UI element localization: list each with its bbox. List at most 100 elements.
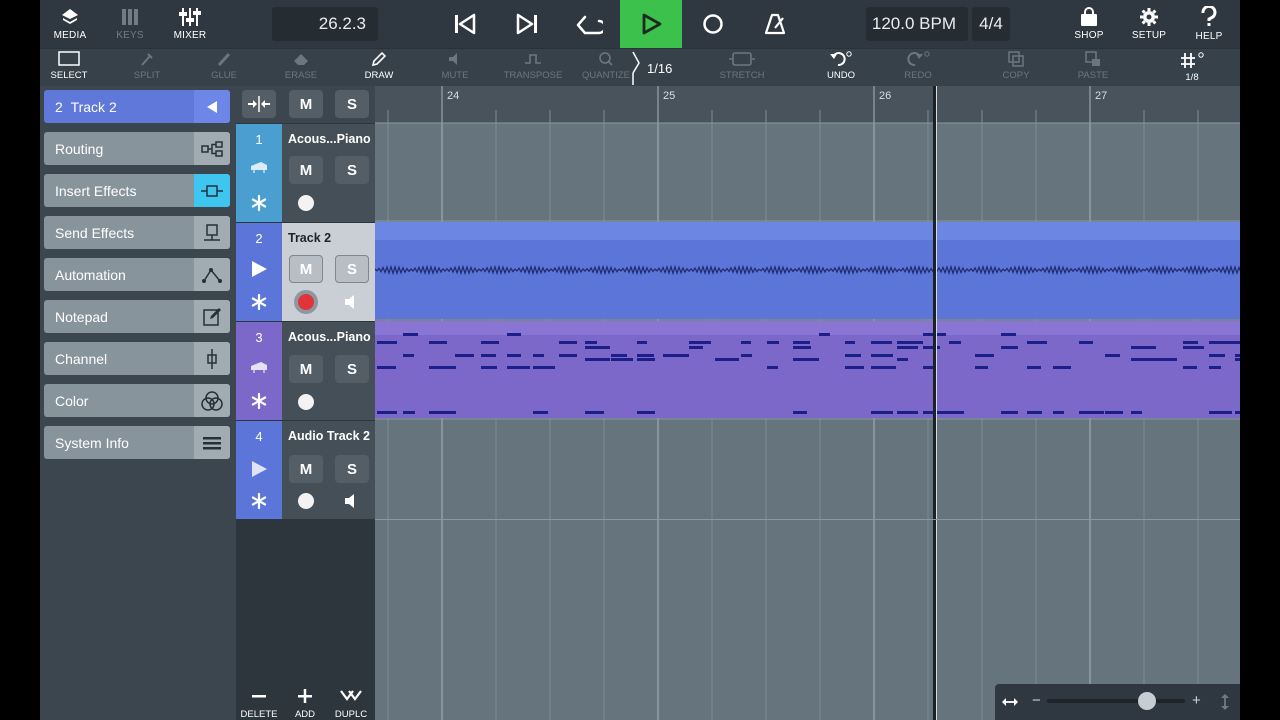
track-name-2: Track 2 — [288, 231, 332, 245]
midi-note — [637, 341, 647, 344]
paste-button[interactable]: PASTE — [1074, 51, 1112, 87]
track-solo-button-3[interactable]: S — [335, 355, 369, 383]
inspector-system-info[interactable]: System Info — [44, 426, 230, 459]
automation-label: Automation — [55, 266, 126, 283]
zoom-slider-track[interactable] — [1047, 699, 1185, 703]
app-window: MEDIA KEYS MIXER 26.2.3 120.0 BPM 4/4 SH… — [40, 0, 1240, 720]
mixer-button[interactable]: MIXER — [170, 0, 210, 48]
grid-value: 1/8 — [1185, 72, 1199, 83]
notepad-label: Notepad — [55, 308, 108, 325]
inspector-send-effects[interactable]: Send Effects — [44, 216, 230, 249]
skip-back-button[interactable] — [434, 0, 496, 48]
undo-button[interactable]: UNDO — [822, 51, 860, 87]
track-solo-button-4[interactable]: S — [335, 455, 369, 483]
track-mute-button-2[interactable]: M — [289, 255, 323, 283]
metronome-button[interactable] — [744, 0, 806, 48]
keys-button[interactable]: KEYS — [110, 0, 150, 48]
zoom-out-button[interactable]: − — [1032, 692, 1041, 709]
draw-tool[interactable]: DRAW — [360, 51, 398, 87]
arrange-view[interactable]: 24 25 26 27 — [375, 86, 1240, 720]
midi-note — [793, 411, 807, 414]
track-mute-button-1[interactable]: M — [289, 156, 323, 184]
signature-value: 4/4 — [979, 14, 1003, 33]
speaker-icon — [449, 53, 457, 65]
loop-icon — [576, 15, 603, 35]
track-row-2[interactable]: 2 Track 2 M S — [236, 223, 375, 321]
midi-note — [1105, 411, 1123, 414]
grid-snap-button[interactable]: 1/8 — [1173, 51, 1211, 87]
redo-button[interactable]: REDO — [899, 51, 937, 87]
inspector-channel[interactable]: Channel — [44, 342, 230, 375]
delete-label: DELETE — [240, 709, 278, 720]
audio-clip-header — [375, 222, 1240, 240]
delete-track-button[interactable]: DELETE — [236, 686, 282, 720]
play-button[interactable] — [620, 0, 682, 48]
inspector-notepad[interactable]: Notepad — [44, 300, 230, 333]
midi-note — [507, 354, 521, 357]
track-solo-button-2[interactable]: S — [335, 255, 369, 283]
midi-note — [923, 366, 933, 369]
send-effects-icon — [194, 216, 230, 249]
insert-effects-label: Insert Effects — [55, 182, 137, 199]
track-mute-button-4[interactable]: M — [289, 455, 323, 483]
midi-note — [1053, 366, 1071, 369]
global-solo-button[interactable]: S — [335, 90, 369, 118]
snowflake-icon — [251, 392, 267, 410]
midi-note — [793, 358, 819, 361]
tempo-display[interactable]: 120.0 BPM — [866, 7, 968, 41]
mute-tool[interactable]: MUTE — [436, 51, 474, 87]
record-icon — [703, 14, 723, 34]
quantize-value-selector[interactable]: 1/16 — [632, 51, 682, 85]
midi-note — [585, 341, 597, 344]
record-button[interactable] — [682, 0, 744, 48]
zoom-slider-handle[interactable] — [1138, 692, 1156, 710]
add-track-button[interactable]: ADD — [282, 686, 328, 720]
copy-button[interactable]: COPY — [997, 51, 1035, 87]
signature-display[interactable]: 4/4 — [972, 7, 1010, 41]
shop-button[interactable]: SHOP — [1069, 0, 1109, 48]
midi-note — [585, 358, 610, 361]
zoom-in-button[interactable]: + — [1192, 692, 1201, 709]
track-row-4[interactable]: 4 Audio Track 2 M S — [236, 421, 375, 519]
split-tool[interactable]: SPLIT — [128, 51, 166, 87]
track-record-arm-1[interactable] — [294, 191, 318, 215]
inspector-insert-effects[interactable]: Insert Effects — [44, 174, 230, 207]
help-button[interactable]: HELP — [1189, 0, 1229, 48]
media-button[interactable]: MEDIA — [50, 0, 90, 48]
vertical-arrows-icon[interactable] — [1219, 693, 1231, 711]
inspector-routing[interactable]: Routing — [44, 132, 230, 165]
select-tool[interactable]: SELECT — [50, 51, 88, 87]
midi-note — [1183, 366, 1197, 369]
select-icon — [58, 51, 80, 66]
glue-tool[interactable]: GLUE — [205, 51, 243, 87]
position-display[interactable]: 26.2.3 — [272, 7, 378, 41]
track-mute-button-3[interactable]: M — [289, 355, 323, 383]
global-mute-button[interactable]: M — [289, 90, 323, 118]
track-row-3[interactable]: 3 Acous...Piano M S — [236, 322, 375, 420]
setup-button[interactable]: SETUP — [1129, 0, 1169, 48]
inspector-color[interactable]: Color — [44, 384, 230, 417]
inspector-header[interactable]: 2 Track 2 — [44, 90, 230, 123]
inspector-automation[interactable]: Automation — [44, 258, 230, 291]
duplicate-track-button[interactable]: DUPLC — [328, 686, 374, 720]
track-solo-button-1[interactable]: S — [335, 156, 369, 184]
transpose-tool[interactable]: TRANSPOSE — [504, 51, 562, 87]
midi-note — [559, 341, 577, 344]
notepad-icon — [194, 300, 230, 333]
track-record-arm-3[interactable] — [294, 390, 318, 414]
paste-label: PASTE — [1077, 70, 1109, 81]
track-record-arm-4[interactable] — [294, 489, 318, 513]
track-record-arm-2[interactable] — [294, 290, 318, 314]
collapse-button[interactable] — [194, 90, 230, 123]
track-row-1[interactable]: 1 Acous...Piano M S — [236, 124, 375, 222]
inspector-track-name: Track 2 — [70, 98, 117, 115]
stretch-tool[interactable]: STRETCH — [718, 51, 766, 87]
loop-button[interactable] — [558, 0, 620, 48]
midi-note — [1053, 411, 1064, 414]
track-resize-button[interactable] — [242, 90, 276, 118]
erase-tool[interactable]: ERASE — [282, 51, 320, 87]
skip-forward-button[interactable] — [496, 0, 558, 48]
setup-label: SETUP — [1131, 30, 1167, 41]
midi-note — [429, 411, 456, 414]
quantize-tool[interactable]: QUANTIZE — [582, 51, 630, 87]
